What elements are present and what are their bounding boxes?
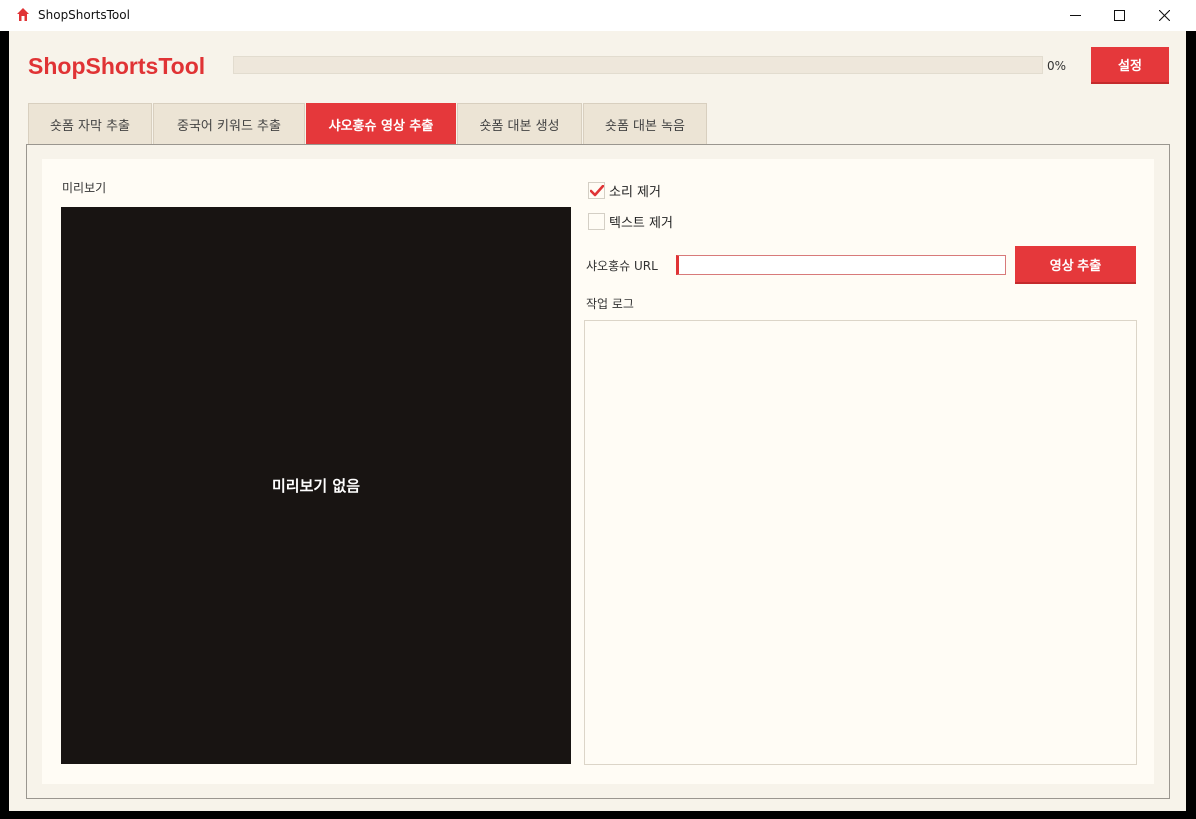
remove-text-checkbox[interactable] [588,213,605,230]
extract-video-button[interactable]: 영상 추출 [1015,246,1136,284]
url-label: 샤오홍슈 URL [586,259,658,273]
log-area[interactable] [584,320,1137,765]
progress-percent: 0% [1047,59,1067,73]
preview-label: 미리보기 [62,181,107,195]
minimize-icon [1069,15,1081,16]
title-bar: ShopShortsTool [0,0,1196,31]
remove-sound-option[interactable]: 소리 제거 [588,181,661,200]
tab-panel: 미리보기 미리보기 없음 소리 제거 텍스트 제거 샤오홍슈 URL 영상 추출… [26,144,1170,799]
window-title: ShopShortsTool [38,8,130,22]
remove-sound-label: 소리 제거 [609,185,661,200]
app-window: ShopShortsTool 0% 설정 숏폼 자막 추출 중국어 키워드 추출… [9,31,1186,811]
tab-script-record[interactable]: 숏폼 대본 녹음 [583,103,707,144]
minimize-button[interactable] [1052,0,1098,31]
brand-title: ShopShortsTool [28,53,206,79]
tab-subtitle-extract[interactable]: 숏폼 자막 추출 [28,103,152,144]
progress-bar [233,56,1043,74]
app-icon [17,8,29,21]
remove-sound-checkbox[interactable] [588,182,605,199]
remove-text-option[interactable]: 텍스트 제거 [588,212,673,231]
maximize-icon [1113,10,1125,21]
checkmark-icon [589,184,604,196]
close-icon [1158,10,1170,21]
preview-empty-text: 미리보기 없음 [271,477,361,495]
url-input[interactable] [676,255,1006,275]
preview-area: 미리보기 없음 [61,207,571,764]
close-button[interactable] [1141,0,1187,31]
tab-chinese-keyword[interactable]: 중국어 키워드 추출 [153,103,305,144]
settings-button[interactable]: 설정 [1091,47,1169,84]
remove-text-label: 텍스트 제거 [609,216,673,231]
content-card: 미리보기 미리보기 없음 소리 제거 텍스트 제거 샤오홍슈 URL 영상 추출… [42,159,1154,784]
log-label: 작업 로그 [586,297,634,311]
maximize-button[interactable] [1096,0,1142,31]
tab-script-generate[interactable]: 숏폼 대본 생성 [457,103,582,144]
tab-xiaohongshu-video[interactable]: 샤오훙슈 영상 추출 [306,103,456,144]
